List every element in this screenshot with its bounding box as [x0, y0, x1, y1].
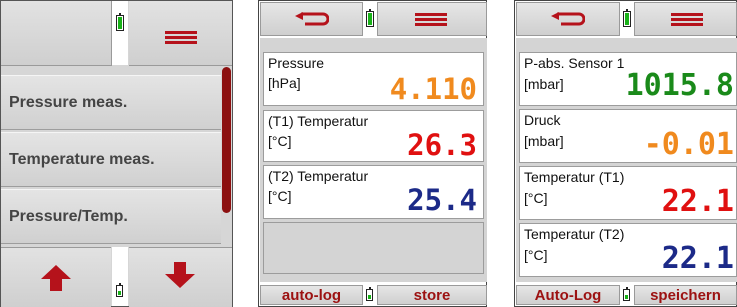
- bottom-bar: auto-log store: [260, 285, 487, 305]
- measurement-list: P-abs. Sensor 1 [mbar] 1015.8 Druck [mba…: [516, 38, 737, 282]
- measurement-field[interactable]: Pressure [hPa] 4.110: [263, 52, 484, 106]
- battery-indicator-area: [363, 2, 377, 36]
- menu-item-label: Temperature meas.: [9, 150, 155, 168]
- menu-item-pressure[interactable]: Pressure meas.: [1, 75, 221, 130]
- scroll-down-button[interactable]: [129, 247, 232, 307]
- field-unit: [°C]: [268, 133, 292, 149]
- battery-icon: [366, 9, 374, 27]
- measurement-field[interactable]: Druck [mbar] -0.01: [519, 109, 737, 163]
- bottom-bar: [1, 247, 232, 307]
- battery-icon: [623, 287, 630, 301]
- measurement-field[interactable]: P-abs. Sensor 1 [mbar] 1015.8: [519, 52, 737, 106]
- battery-indicator-area: [112, 1, 128, 65]
- measurement-field[interactable]: (T2) Temperatur [°C] 25.4: [263, 165, 484, 219]
- hamburger-menu-icon: [415, 13, 447, 27]
- menu-screen: Pressure meas. Temperature meas. Pressur…: [0, 0, 233, 307]
- measurement-list: Pressure [hPa] 4.110 (T1) Temperatur [°C…: [260, 38, 487, 282]
- auto-log-button[interactable]: auto-log: [260, 285, 363, 305]
- scrollbar-thumb[interactable]: [222, 67, 231, 213]
- auto-log-button[interactable]: Auto-Log: [516, 285, 620, 305]
- field-unit: [°C]: [268, 188, 292, 204]
- arrow-down-icon: [165, 262, 195, 288]
- top-bar: [516, 2, 737, 36]
- field-unit: [mbar]: [524, 133, 564, 149]
- hamburger-menu-icon: [165, 31, 197, 45]
- field-label: Temperatur (T2): [524, 226, 625, 242]
- field-value: 26.3: [407, 128, 477, 162]
- menu-button[interactable]: [377, 2, 487, 36]
- field-label: (T2) Temperatur: [268, 168, 369, 184]
- store-button[interactable]: store: [377, 285, 487, 305]
- measurement-field[interactable]: (T1) Temperatur [°C] 26.3: [263, 110, 484, 162]
- field-unit: [hPa]: [268, 75, 301, 91]
- menu-item-label: Pressure meas.: [9, 93, 128, 111]
- measurement-screen-de: P-abs. Sensor 1 [mbar] 1015.8 Druck [mba…: [514, 0, 737, 307]
- field-value: -0.01: [643, 127, 734, 162]
- field-label: Temperatur (T1): [524, 169, 625, 185]
- empty-field: [263, 222, 484, 274]
- store-button[interactable]: speichern: [634, 285, 737, 305]
- scroll-up-button[interactable]: [1, 247, 111, 307]
- empty-softkey[interactable]: [1, 1, 112, 66]
- field-value: 25.4: [407, 183, 477, 217]
- menu-item-temperature[interactable]: Temperature meas.: [1, 132, 221, 187]
- battery-icon: [116, 13, 124, 31]
- hamburger-menu-icon: [671, 13, 703, 27]
- battery-indicator-area: [620, 2, 634, 36]
- measurement-field[interactable]: Temperatur (T2) [°C] 22.1: [519, 223, 737, 277]
- top-bar: [260, 2, 487, 36]
- menu-button[interactable]: [634, 2, 737, 36]
- battery-icon: [116, 283, 123, 297]
- bottom-bar: Auto-Log speichern: [516, 285, 737, 305]
- field-unit: [mbar]: [524, 76, 564, 92]
- arrow-up-icon: [41, 265, 71, 291]
- menu-item-label: Pressure/Temp.: [9, 207, 128, 225]
- battery-indicator-area: [112, 247, 128, 306]
- field-label: P-abs. Sensor 1: [524, 55, 625, 71]
- menu-button[interactable]: [129, 1, 232, 66]
- field-value: 22.1: [661, 184, 734, 219]
- back-arrow-icon: [294, 12, 329, 26]
- field-value: 4.110: [389, 72, 477, 106]
- field-value: 1015.8: [625, 68, 734, 103]
- field-label: Pressure: [268, 55, 325, 71]
- back-button[interactable]: [260, 2, 363, 36]
- battery-icon: [366, 287, 373, 301]
- menu-item-pressure-temp[interactable]: Pressure/Temp.: [1, 189, 221, 244]
- field-label: (T1) Temperatur: [268, 113, 369, 129]
- field-value: 22.1: [661, 241, 734, 276]
- back-button[interactable]: [516, 2, 620, 36]
- field-unit: [°C]: [524, 247, 548, 263]
- back-arrow-icon: [551, 12, 585, 26]
- measurement-field[interactable]: Temperatur (T1) [°C] 22.1: [519, 166, 737, 220]
- battery-indicator-area: [620, 285, 634, 305]
- field-unit: [°C]: [524, 190, 548, 206]
- battery-indicator-area: [363, 285, 377, 305]
- measurement-screen-en: Pressure [hPa] 4.110 (T1) Temperatur [°C…: [258, 0, 487, 307]
- top-bar: [1, 1, 232, 66]
- battery-icon: [623, 9, 631, 27]
- field-label: Druck: [524, 112, 561, 128]
